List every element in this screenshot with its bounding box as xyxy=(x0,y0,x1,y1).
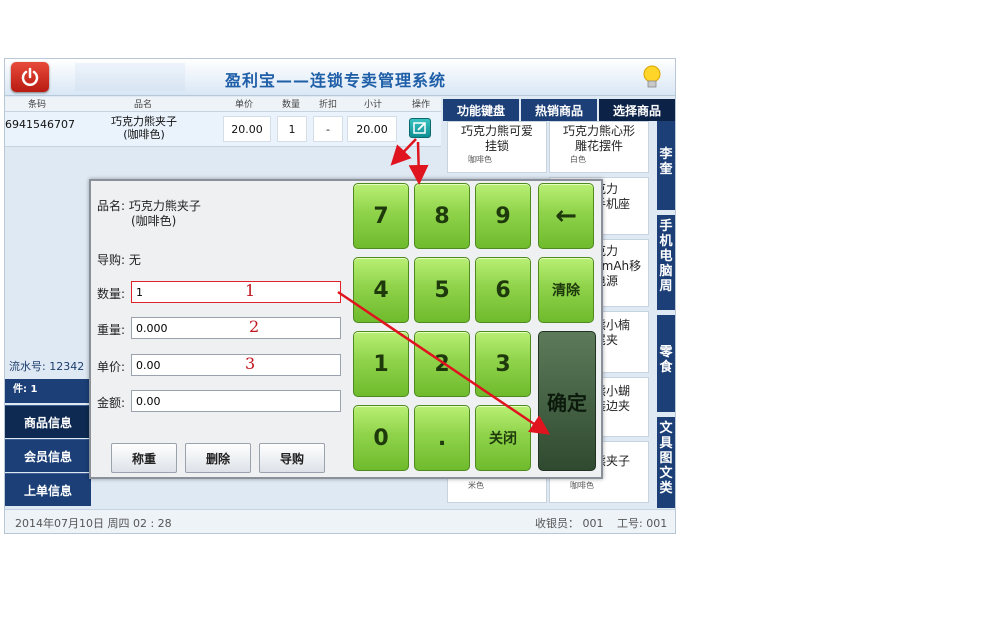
weight-field[interactable] xyxy=(131,317,341,339)
key-9[interactable]: 9 xyxy=(475,183,531,249)
key-6[interactable]: 6 xyxy=(475,257,531,323)
cell-name: 巧克力熊夹子 (咖啡色) xyxy=(71,115,217,141)
product-color: 米色 xyxy=(468,481,484,490)
category-item[interactable]: 文具图文类 xyxy=(657,417,675,509)
category-item[interactable]: 李奎 xyxy=(657,121,675,211)
status-bar: 2014年07月10日 周四 02 : 28 收银员： 001 工号: 001 xyxy=(5,509,675,533)
amount-field[interactable] xyxy=(131,390,341,412)
edit-icon xyxy=(413,122,426,134)
col-action: 操作 xyxy=(411,100,430,110)
tab-hot-products[interactable]: 热销商品 xyxy=(521,99,597,121)
cell-subtotal: 20.00 xyxy=(347,116,397,142)
product-info-button[interactable]: 商品信息 xyxy=(5,405,91,438)
title-placeholder xyxy=(75,63,185,91)
power-button[interactable] xyxy=(11,62,49,92)
cell-discount: - xyxy=(313,116,343,142)
annotation-2: 2 xyxy=(249,317,260,336)
product-card[interactable]: 巧克力熊可爱 挂锁 咖啡色 xyxy=(447,121,547,173)
col-subtotal: 小计 xyxy=(363,100,382,110)
status-cashier: 收银员： 001 xyxy=(535,517,604,530)
tab-select-products[interactable]: 选择商品 xyxy=(599,99,675,121)
key-dot[interactable]: . xyxy=(414,405,470,471)
weight-label: 重量: xyxy=(97,323,126,337)
annotation-3: 3 xyxy=(245,354,256,373)
cell-price: 20.00 xyxy=(223,116,271,142)
key-8[interactable]: 8 xyxy=(414,183,470,249)
product-card[interactable]: 巧克力熊心形 雕花摆件 白色 xyxy=(549,121,649,173)
cell-name-line2: (咖啡色) xyxy=(123,128,165,141)
category-item[interactable]: 手机电脑周 xyxy=(657,215,675,311)
key-5[interactable]: 5 xyxy=(414,257,470,323)
edit-button[interactable] xyxy=(409,118,431,138)
product-color: 咖啡色 xyxy=(468,155,492,164)
table-row[interactable]: 6941546707 巧克力熊夹子 (咖啡色) 20.00 1 - 20.00 xyxy=(5,112,441,147)
guide-button[interactable]: 导购 xyxy=(259,443,325,473)
cell-qty: 1 xyxy=(277,116,307,142)
delete-button[interactable]: 删除 xyxy=(185,443,251,473)
key-2[interactable]: 2 xyxy=(414,331,470,397)
power-icon xyxy=(21,67,39,86)
col-name: 品名 xyxy=(133,100,152,110)
app-title: 盈利宝——连锁专卖管理系统 xyxy=(225,71,447,90)
quantity-dialog: 品名: 巧克力熊夹子 (咖啡色) 导购: 无 数量: 1 重量: 2 单价: 3… xyxy=(89,179,603,479)
col-discount: 折扣 xyxy=(318,100,337,110)
key-7[interactable]: 7 xyxy=(353,183,409,249)
status-staff-no: 工号: 001 xyxy=(617,517,668,530)
serial-number: 流水号: 12342 xyxy=(9,360,85,373)
piece-count: 件: 1 xyxy=(5,379,91,403)
title-bar: 盈利宝——连锁专卖管理系统 xyxy=(5,59,675,96)
key-1[interactable]: 1 xyxy=(353,331,409,397)
dialog-guide: 导购: 无 xyxy=(97,253,141,267)
lightbulb-icon[interactable] xyxy=(641,64,663,90)
key-4[interactable]: 4 xyxy=(353,257,409,323)
product-name: 巧克力熊可爱 挂锁 xyxy=(460,124,533,153)
cell-name-line1: 巧克力熊夹子 xyxy=(111,115,177,128)
product-color: 咖啡色 xyxy=(570,481,594,490)
cell-barcode: 6941546707 xyxy=(5,118,75,131)
col-qty: 数量 xyxy=(281,100,300,110)
previous-order-button[interactable]: 上单信息 xyxy=(5,473,91,506)
clear-key[interactable]: 清除 xyxy=(538,257,594,323)
col-price: 单价 xyxy=(234,100,253,110)
col-barcode: 条码 xyxy=(27,100,46,110)
status-datetime: 2014年07月10日 周四 02 : 28 xyxy=(15,517,172,530)
backspace-key[interactable]: ← xyxy=(538,183,594,249)
key-0[interactable]: 0 xyxy=(353,405,409,471)
dialog-product-sub: (咖啡色) xyxy=(131,214,177,228)
price-label: 单价: xyxy=(97,360,126,374)
grid-header: 条码 品名 单价 数量 折扣 小计 操作 xyxy=(5,97,441,112)
tab-function-keyboard[interactable]: 功能键盘 xyxy=(443,99,519,121)
member-info-button[interactable]: 会员信息 xyxy=(5,439,91,472)
qty-label: 数量: xyxy=(97,287,126,301)
product-name: 巧克力熊心形 雕花摆件 xyxy=(562,124,635,153)
tab-bar: 功能键盘 热销商品 选择商品 xyxy=(443,99,675,121)
amount-label: 金额: xyxy=(97,396,126,410)
key-3[interactable]: 3 xyxy=(475,331,531,397)
confirm-key[interactable]: 确定 xyxy=(538,331,596,471)
qty-field[interactable] xyxy=(131,281,341,303)
category-item[interactable]: 零食 xyxy=(657,315,675,413)
annotation-1: 1 xyxy=(245,281,256,300)
close-key[interactable]: 关闭 xyxy=(475,405,531,471)
pos-window: 盈利宝——连锁专卖管理系统 条码 品名 单价 数量 折扣 小计 操作 69415… xyxy=(4,58,676,534)
price-field[interactable] xyxy=(131,354,341,376)
product-color: 白色 xyxy=(570,155,586,164)
weigh-button[interactable]: 称重 xyxy=(111,443,177,473)
